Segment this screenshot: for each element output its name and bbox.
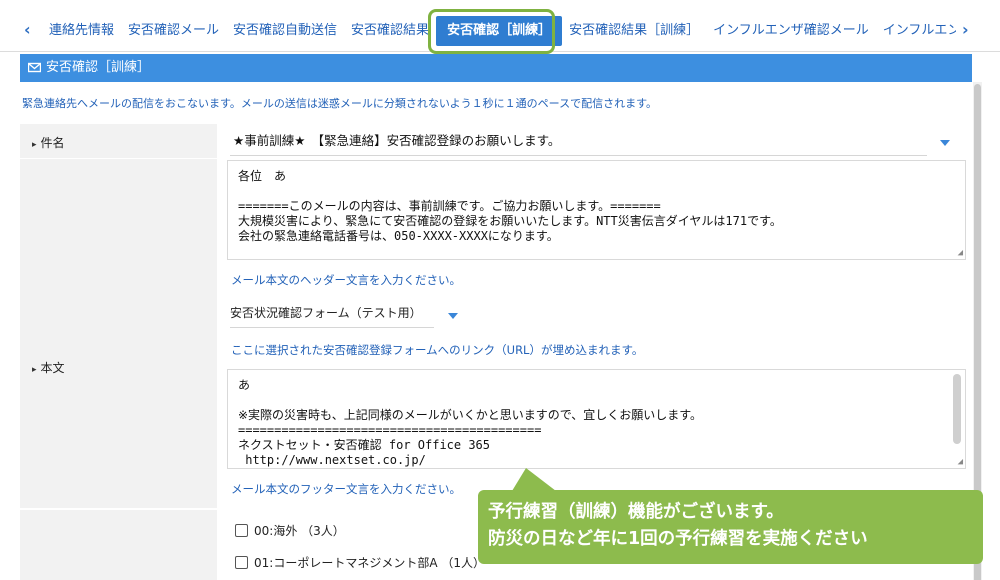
section-description: 緊急連絡先へメールの配信をおこないます。メールの送信は迷惑メールに分類されないよ… [22,97,658,110]
body-label: 本文 [32,359,65,376]
body-footer-text: あ ※実際の災害時も、上記同様のメールがいくかと思いますので、宜しくお願いします… [238,378,703,467]
callout-line-1: 予行練習（訓練）機能がございます。 [488,502,784,522]
form-link-hint: ここに選択された安否確認登録フォームへのリンク（URL）が埋め込まれます。 [231,343,644,357]
chevron-right-icon[interactable]: › [962,22,969,38]
tab-influenza-mail[interactable]: インフルエンザ確認メール [706,16,876,46]
tab-influenza-check[interactable]: インフルエンザ確 [876,16,956,46]
mail-icon [28,62,41,73]
resize-grip-icon[interactable]: ◢ [958,249,963,258]
checkbox[interactable] [235,524,248,537]
textarea-scrollbar[interactable] [953,374,961,444]
footer-hint: メール本文のフッター文言を入力ください。 [231,482,461,496]
form-select-caret-icon[interactable] [448,313,458,319]
body-label-cell: 本文 [20,159,217,508]
group-checkbox-item[interactable]: 01:コーポレートマネジメント部A （1人） [235,554,485,571]
checkbox[interactable] [235,556,248,569]
subject-input[interactable]: ★事前訓練★ 【緊急連絡】安否確認登録のお願いします。 [230,130,927,156]
tab-safety-mail[interactable]: 安否確認メール [121,16,226,46]
body-header-textarea[interactable]: 各位 あ =======このメールの内容は、事前訓練です。ご協力お願いします。=… [227,160,966,260]
tab-contact-info[interactable]: 連絡先情報 [42,16,121,46]
subject-label: 件名 [32,134,65,151]
group-checkbox-item[interactable]: 00:海外 （3人） [235,522,345,539]
tab-safety-drill[interactable]: 安否確認［訓練］ [436,16,563,46]
callout-line-2: 防災の日など年に1回の予行練習を実施ください [488,529,868,549]
tab-list: 連絡先情報 安否確認メール 安否確認自動送信 安否確認結果 安否確認［訓練］ 安否確認結果… [42,16,956,46]
tab-safety-drill-results[interactable]: 安否確認結果［訓練］ [562,16,706,46]
tab-bar: ‹ 連絡先情報 安否確認メール 安否確認自動送信 安否確認結果 安否確認［訓練］ 安否確認… [0,0,1000,52]
group-label: 00:海外 （3人） [254,524,345,538]
group-label: 01:コーポレートマネジメント部A （1人） [254,556,485,570]
body-header-text: 各位 あ =======このメールの内容は、事前訓練です。ご協力お願いします。=… [238,169,782,243]
resize-grip-icon[interactable]: ◢ [958,458,963,467]
safety-form-select[interactable]: 安否状況確認フォーム（テスト用） [230,302,434,328]
section-title: 安否確認［訓練］ [46,60,151,75]
header-hint: メール本文のヘッダー文言を入力ください。 [231,273,461,287]
section-header: 安否確認［訓練］ [20,54,972,82]
groups-label-cell [20,510,217,580]
tab-safety-auto-send[interactable]: 安否確認自動送信 [226,16,344,46]
subject-dropdown-caret-icon[interactable] [940,140,950,146]
chevron-left-icon[interactable]: ‹ [24,22,31,38]
tab-safety-results[interactable]: 安否確認結果 [344,16,436,46]
subject-label-cell: 件名 [20,124,217,158]
body-footer-textarea[interactable]: あ ※実際の災害時も、上記同様のメールがいくかと思いますので、宜しくお願いします… [227,369,966,469]
feature-callout: 予行練習（訓練）機能がございます。 防災の日など年に1回の予行練習を実施ください [478,468,983,564]
